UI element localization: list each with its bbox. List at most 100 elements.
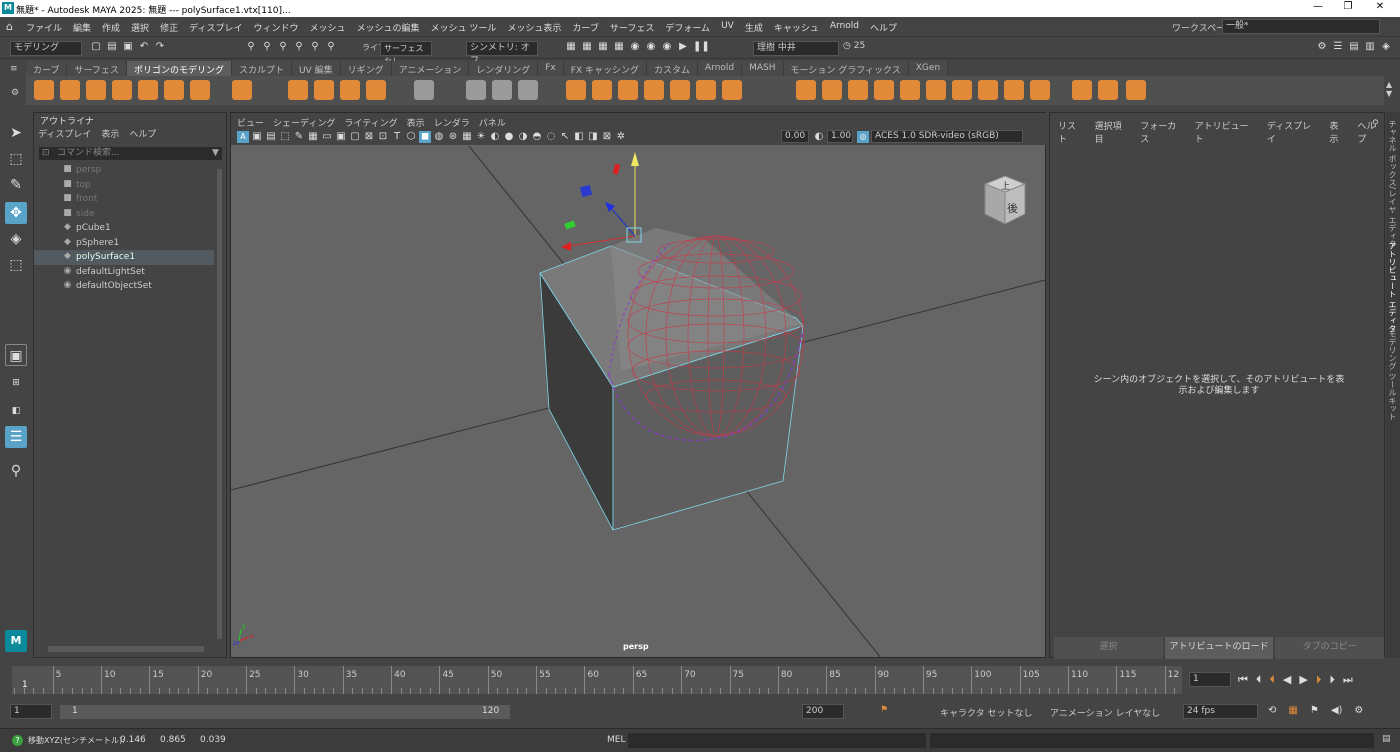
move-tool-icon[interactable]: ✥ [5,202,27,224]
combine-icon[interactable] [566,80,586,100]
attribute-menu-item[interactable]: リスト [1058,119,1085,145]
outliner-search-input[interactable]: コマンド検索... [39,147,222,160]
outliner-menu-item[interactable]: ヘルプ [129,127,156,140]
render-frame-icon[interactable]: ▦ [565,41,577,53]
attribute-menu-item[interactable]: 表示 [1330,119,1348,145]
shelf-tab[interactable]: サーフェス [67,61,127,76]
step-back-key-icon[interactable]: ⏴ [1269,673,1275,687]
attribute-menu-item[interactable]: 選択項目 [1095,119,1131,145]
play-forward-icon[interactable]: ▶ [1299,673,1307,687]
search-dropdown-icon[interactable]: ▼ [212,148,219,158]
sound-icon[interactable]: ◀) [1331,705,1343,716]
close-button[interactable]: ✕ [1365,1,1395,15]
color-management-icon[interactable]: ◎ [857,131,869,143]
outliner-horizontal-scrollbar[interactable] [48,646,204,652]
render-settings-icon[interactable]: ▦ [597,41,609,53]
select-object-icon[interactable]: ⚲ [261,41,273,53]
side-tab[interactable]: アトリビュート エディタ [1387,242,1398,333]
shelf-tab[interactable]: モーション グラフィックス [783,61,909,76]
cylinder-icon[interactable] [86,80,106,100]
outliner-row[interactable]: ◆ pCube1 [34,221,214,236]
time-slider-strip[interactable]: 5 10 15 20 25 30 35 40 45 50 55 60 65 70 75 80 85 90 95 100… [12,666,1182,694]
menu-item[interactable]: 修正 [160,21,178,34]
attribute-menu-item[interactable]: アトリビュート [1195,119,1257,145]
boolean-diff-icon[interactable] [670,80,690,100]
go-to-start-icon[interactable]: ⏮ [1238,673,1248,687]
safe-title-icon[interactable]: T [391,131,403,143]
scale-tool-icon[interactable]: ⬚ [5,254,27,276]
shelf-tab[interactable]: リギング [340,61,392,76]
text-icon[interactable] [340,80,360,100]
sweep-icon[interactable] [314,80,334,100]
menu-item[interactable]: UV [721,21,734,34]
menu-item[interactable]: ディスプレイ [189,21,242,34]
undo-icon[interactable]: ↶ [138,41,150,53]
film-gate-icon[interactable]: ▭ [321,131,333,143]
menu-item[interactable]: カーブ [572,21,598,34]
wireframe-on-shaded-icon[interactable]: ⊛ [447,131,459,143]
camera-bookmark-icon[interactable]: ▣ [251,131,263,143]
cone-icon[interactable] [112,80,132,100]
play-backward-icon[interactable]: ◀ [1283,673,1291,687]
rotate-tool-icon[interactable]: ◈ [5,228,27,250]
search-icon[interactable]: ⚲ [5,460,27,482]
render-pause-icon[interactable]: ❚❚ [693,41,710,53]
viewport-menu-item[interactable]: パネル [479,116,506,129]
shelf-tab[interactable]: スカルプト [231,61,292,76]
shelf-tab[interactable]: Fx [538,61,564,76]
menu-item[interactable]: メッシュ ツール [431,21,497,34]
quad-draw-icon[interactable] [900,80,920,100]
viewport-menu-item[interactable]: 表示 [407,116,425,129]
animation-start-field[interactable]: 1 [10,704,52,719]
wireframe-icon[interactable]: ⬡ [405,131,417,143]
textured-icon[interactable]: ▦ [461,131,473,143]
layer-editor-toggle-icon[interactable]: ◈ [1380,41,1392,53]
connect-icon[interactable] [978,80,998,100]
shelf-tab[interactable]: カスタム [646,61,698,76]
plane-icon[interactable] [164,80,184,100]
xray-joints-icon[interactable]: ◨ [587,131,599,143]
script-editor-icon[interactable]: ▤ [1382,734,1391,744]
arnold-render-icon[interactable]: ◉ [645,41,657,53]
motion-blur-icon[interactable]: ◑ [517,131,529,143]
character-set-field[interactable]: キャラクタ セットなし [940,706,1033,719]
loop-icon[interactable]: ⟲ [1268,705,1276,716]
menu-item[interactable]: ヘルプ [870,21,897,34]
menu-item[interactable]: 生成 [745,21,763,34]
outliner-row[interactable]: ■ persp [34,163,214,178]
step-forward-frame-icon[interactable]: ⏵ [1329,673,1335,687]
side-tab[interactable]: チャネル ボックス/レイヤ エディタ [1387,120,1398,248]
attribute-editor-button[interactable]: タブのコピー [1275,637,1385,659]
ipr-render-icon[interactable]: ▦ [581,41,593,53]
gate-mask-icon[interactable]: ▢ [349,131,361,143]
maya-home-icon[interactable]: M [5,630,27,652]
use-lights-icon[interactable]: ☀ [475,131,487,143]
svg-icon[interactable] [366,80,386,100]
outliner-row[interactable]: ◆ polySurface1 [34,250,214,265]
side-tab[interactable]: モデリング ツールキット [1387,330,1398,421]
shelf-tab[interactable]: アニメーション [391,61,470,76]
fps-dropdown[interactable]: 24 fps [1183,704,1258,719]
select-tool-icon[interactable]: ➤ [5,122,27,144]
super-shape-icon[interactable] [288,80,308,100]
exposure-icon[interactable]: ✲ [615,131,627,143]
sphere-icon[interactable] [34,80,54,100]
outliner-row[interactable]: ■ top [34,178,214,193]
boolean-union-icon[interactable] [644,80,664,100]
outliner-row[interactable]: ◆ pSphere1 [34,236,214,251]
safe-action-icon[interactable]: ⊡ [377,131,389,143]
outliner-row[interactable]: ■ side [34,207,214,222]
animation-end-field[interactable]: 200 [802,704,844,719]
menu-item[interactable]: サーフェス [610,21,654,34]
snap-grid-icon[interactable]: ⚲ [293,41,305,53]
shelf-menu-icon[interactable]: ≡ [10,64,18,74]
gamma-icon[interactable]: ◐ [813,131,825,143]
outliner-vertical-scrollbar[interactable] [217,169,222,639]
torus-icon[interactable] [138,80,158,100]
shelf-tab[interactable]: MASH [742,61,784,76]
hypershade-icon[interactable]: ▦ [613,41,625,53]
shelf-tab[interactable]: カーブ [26,61,68,76]
attribute-menu-item[interactable]: ディスプレイ [1267,119,1320,145]
xray-icon[interactable]: ◧ [573,131,585,143]
animation-layer-field[interactable]: アニメーション レイヤなし [1050,706,1160,719]
